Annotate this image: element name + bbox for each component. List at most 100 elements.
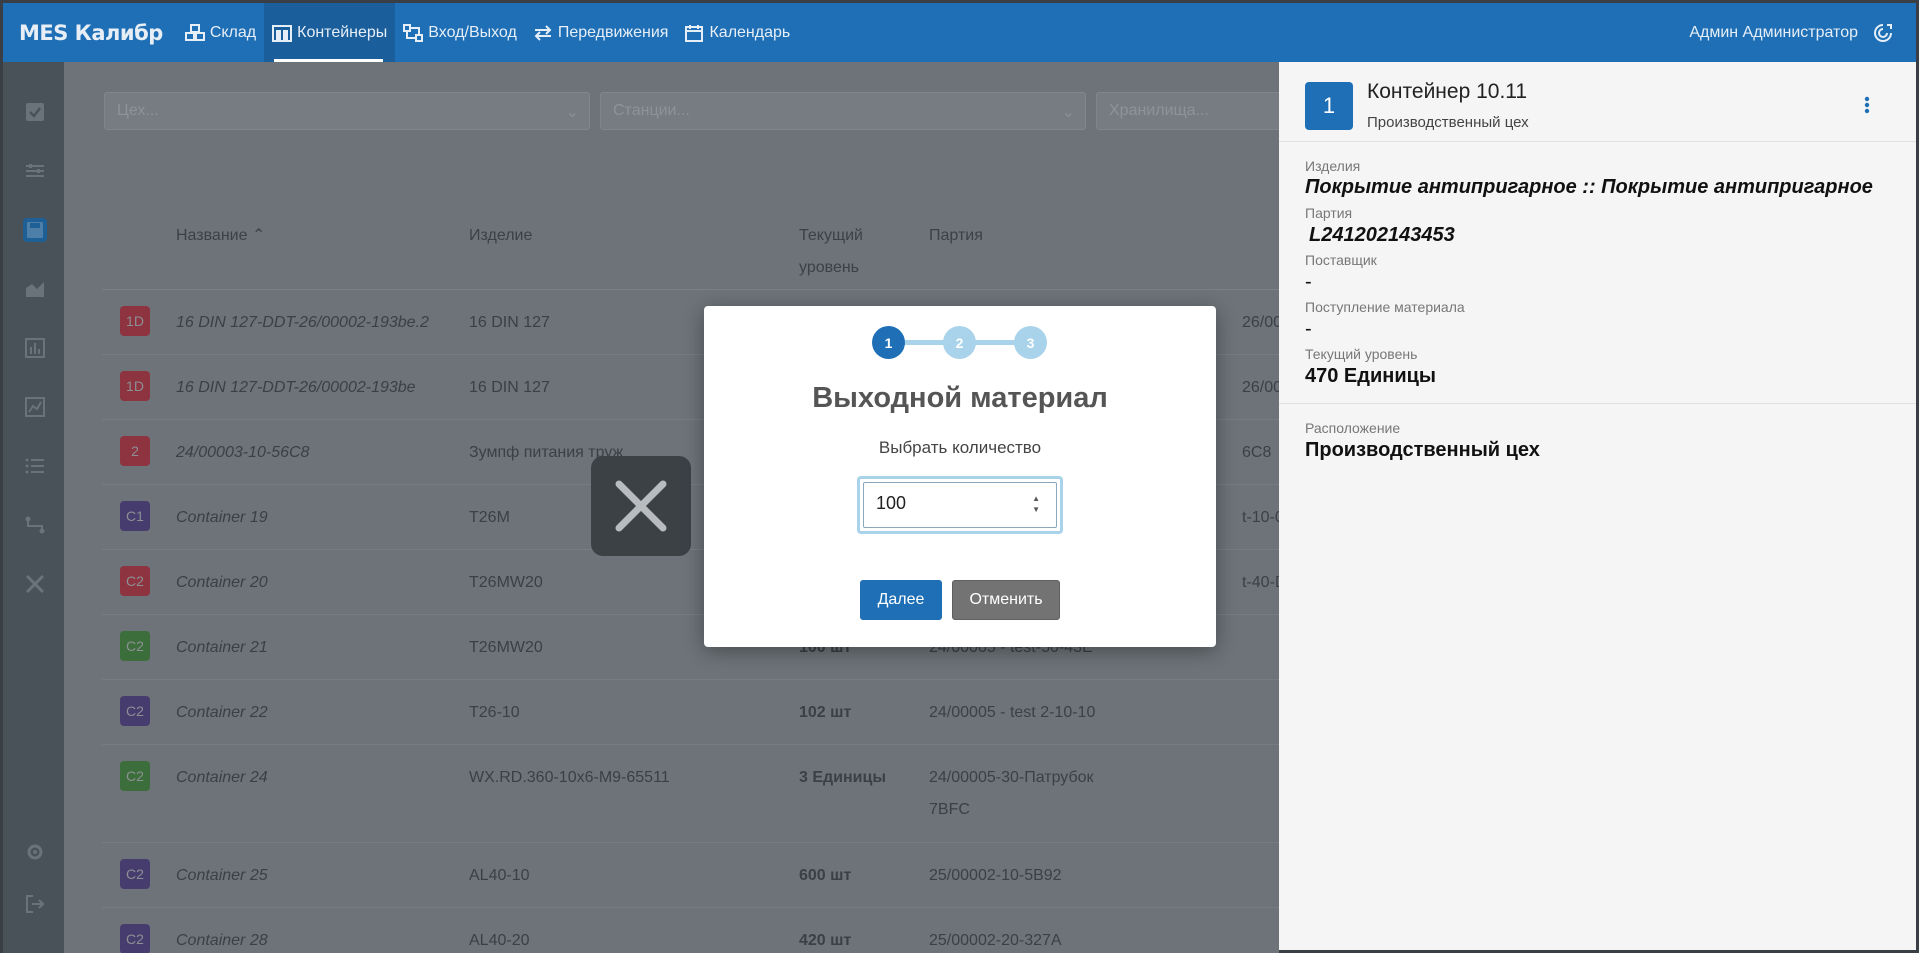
row-name: Container 20 bbox=[176, 574, 268, 591]
dialog-subtitle: Выбрать количество bbox=[878, 438, 1042, 457]
row-product: 16 DIN 127 bbox=[469, 379, 550, 396]
area-chart-icon[interactable] bbox=[23, 277, 47, 301]
row-badge: C1 bbox=[120, 501, 150, 531]
location-value: Производственный цех bbox=[1305, 439, 1540, 461]
row-batch: 6C8 bbox=[1242, 444, 1272, 461]
receipt-label: Поступление материала bbox=[1305, 299, 1465, 315]
row-name: Container 28 bbox=[176, 932, 268, 949]
dialog-title: Выходной материал bbox=[812, 382, 1108, 414]
row-product: AL40-20 bbox=[469, 932, 530, 949]
shop-filter-placeholder: Цех... bbox=[117, 102, 159, 119]
table-header: Название ⌃ Изделие Текущий уровень Парти… bbox=[102, 190, 1282, 290]
nav-item-warehouse[interactable]: Склад bbox=[177, 3, 264, 62]
left-sidebar bbox=[0, 62, 64, 953]
row-name: Container 19 bbox=[176, 509, 268, 526]
sort-asc-icon: ⌃ bbox=[251, 227, 266, 244]
storage-filter[interactable]: Хранилища... bbox=[1096, 92, 1296, 130]
row-badge: C2 bbox=[120, 761, 150, 791]
output-material-dialog: 1 2 3 Выходной материал Выбрать количест… bbox=[704, 306, 1216, 647]
logout-swirl-icon[interactable] bbox=[1872, 22, 1894, 44]
row-product: T26MW20 bbox=[469, 639, 543, 656]
close-overlay-button[interactable] bbox=[591, 456, 691, 556]
close-icon bbox=[615, 480, 667, 532]
route-icon[interactable] bbox=[23, 513, 47, 537]
header-batch[interactable]: Партия bbox=[929, 220, 983, 252]
nav-item-io[interactable]: Вход/Выход bbox=[395, 3, 525, 62]
quantity-input[interactable] bbox=[876, 493, 996, 514]
table-row[interactable]: C2 Container 25 AL40-10 600 шт 25/00002-… bbox=[102, 843, 1282, 908]
row-product: AL40-10 bbox=[469, 867, 530, 884]
chevron-down-icon: ⌄ bbox=[1061, 104, 1075, 121]
quantity-stepper[interactable]: ▲▼ bbox=[857, 476, 1063, 534]
header-level[interactable]: Текущий уровень bbox=[799, 220, 879, 284]
calendar-icon bbox=[685, 24, 704, 42]
container-subtitle: Производственный цех bbox=[1367, 114, 1529, 131]
list-icon[interactable] bbox=[23, 454, 47, 478]
nav-label-containers: Контейнеры bbox=[297, 23, 388, 41]
station-filter[interactable]: Станции... ⌄ bbox=[600, 92, 1086, 130]
nav-item-containers[interactable]: Контейнеры bbox=[264, 3, 396, 62]
next-button[interactable]: Далее bbox=[860, 580, 942, 620]
row-product: T26M bbox=[469, 509, 510, 526]
chevron-down-icon: ⌄ bbox=[565, 104, 579, 121]
app-brand[interactable]: MES Калибр bbox=[3, 3, 177, 62]
user-name[interactable]: Админ Администратор bbox=[1689, 24, 1858, 42]
row-badge: C2 bbox=[120, 859, 150, 889]
nav-item-calendar[interactable]: Календарь bbox=[676, 3, 798, 62]
row-badge: C2 bbox=[120, 696, 150, 726]
product-label: Изделия bbox=[1305, 158, 1361, 174]
row-level: 420 шт bbox=[799, 932, 852, 949]
settings-sliders-icon[interactable] bbox=[23, 159, 47, 183]
row-product: T26-10 bbox=[469, 704, 520, 721]
row-level: 3 Единицы bbox=[799, 769, 887, 786]
row-level: 102 шт bbox=[799, 704, 852, 721]
row-name: Container 21 bbox=[176, 639, 268, 656]
product-value: Покрытие антипригарное :: Покрытие антип… bbox=[1305, 176, 1873, 198]
batch-value: L241202143453 bbox=[1309, 224, 1455, 246]
table-row[interactable]: C2 Container 24 WX.RD.360-10x6-M9-65511 … bbox=[102, 745, 1282, 843]
header-name[interactable]: Название ⌃ bbox=[176, 220, 265, 252]
nav-label-calendar: Календарь bbox=[709, 23, 791, 41]
nav-label-io: Вход/Выход bbox=[428, 23, 517, 41]
table-row[interactable]: C2 Container 28 AL40-20 420 шт 25/00002-… bbox=[102, 908, 1282, 953]
storage-filter-placeholder: Хранилища... bbox=[1109, 102, 1209, 119]
containers-icon bbox=[272, 24, 293, 42]
container-title: Контейнер 10.11 bbox=[1367, 80, 1528, 103]
shop-filter[interactable]: Цех... ⌄ bbox=[104, 92, 590, 130]
gear-icon[interactable] bbox=[23, 840, 47, 864]
warehouse-icon bbox=[184, 23, 205, 41]
receipt-value: - bbox=[1305, 318, 1312, 340]
row-product: 16 DIN 127 bbox=[469, 314, 550, 331]
row-badge: C2 bbox=[120, 631, 150, 661]
row-batch: 24/00005 - test 2-10-10 bbox=[929, 704, 1096, 721]
nav-label-transfers: Передвижения bbox=[557, 23, 669, 41]
cancel-button[interactable]: Отменить bbox=[952, 580, 1060, 620]
supplier-label: Поставщик bbox=[1305, 252, 1377, 268]
row-name: 16 DIN 127-DDT-26/00002-193be bbox=[176, 379, 416, 396]
location-label: Расположение bbox=[1305, 420, 1401, 436]
nav-label-warehouse: Склад bbox=[209, 23, 257, 41]
row-name: Container 22 bbox=[176, 704, 268, 721]
top-navbar: MES Калибр Склад Контейнеры Вход/Выход П… bbox=[0, 0, 1919, 62]
row-product: WX.RD.360-10x6-M9-65511 bbox=[469, 769, 670, 786]
bar-chart-icon[interactable] bbox=[23, 336, 47, 360]
save-icon[interactable] bbox=[23, 218, 47, 242]
header-product[interactable]: Изделие bbox=[469, 220, 532, 252]
kebab-menu-icon[interactable] bbox=[1864, 96, 1870, 114]
table-row[interactable]: C2 Container 22 T26-10 102 шт 24/00005 -… bbox=[102, 680, 1282, 745]
io-icon bbox=[403, 23, 424, 42]
batch-label: Партия bbox=[1305, 205, 1353, 221]
row-name: 24/00003-10-56C8 bbox=[176, 444, 310, 461]
tools-icon[interactable] bbox=[23, 572, 47, 596]
station-filter-placeholder: Станции... bbox=[613, 102, 690, 119]
sign-out-icon[interactable] bbox=[23, 892, 47, 916]
tasks-icon[interactable] bbox=[23, 100, 47, 124]
container-number-badge: 1 bbox=[1305, 82, 1353, 130]
line-chart-icon[interactable] bbox=[23, 395, 47, 419]
supplier-value: - bbox=[1305, 271, 1312, 293]
row-batch: 25/00002-10-5B92 bbox=[929, 867, 1062, 884]
transfer-icon bbox=[534, 24, 552, 41]
nav-item-transfers[interactable]: Передвижения bbox=[525, 3, 677, 62]
spin-buttons[interactable]: ▲ ▼ bbox=[1032, 493, 1040, 515]
panel-divider bbox=[1279, 403, 1916, 404]
